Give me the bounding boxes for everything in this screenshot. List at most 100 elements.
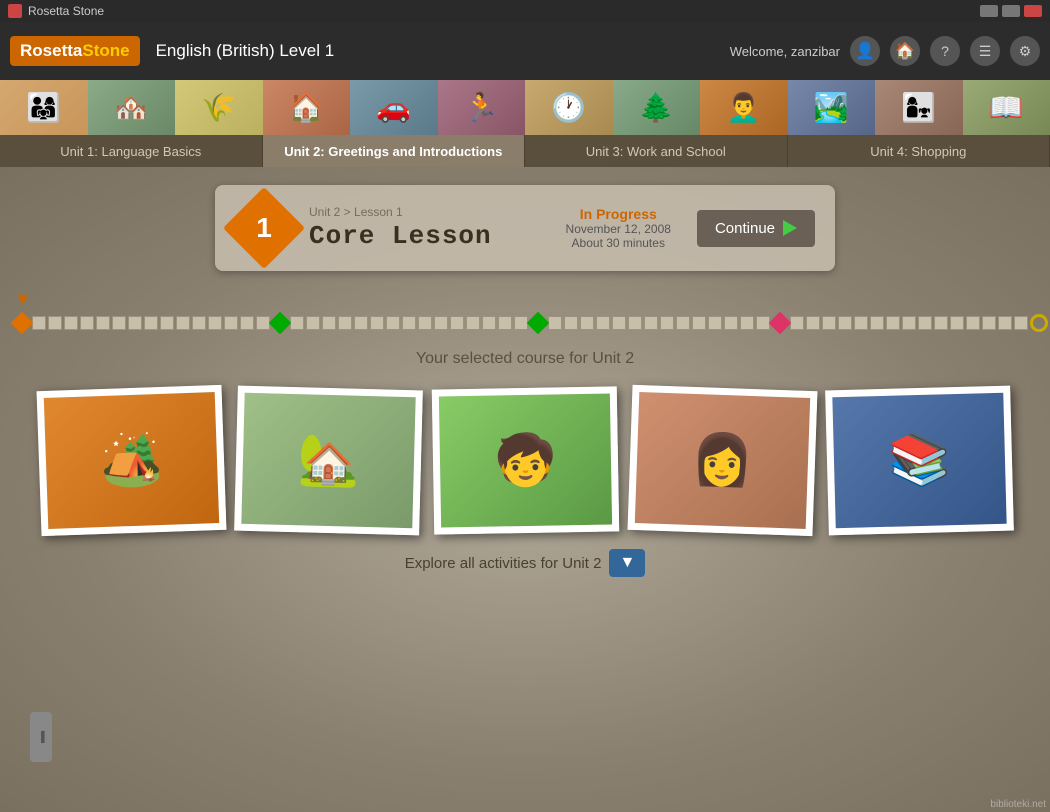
track-square <box>144 316 158 330</box>
strip-photo-2: 🏘️ <box>88 80 176 135</box>
bottom-photos: 🏕️ 🏡 🧒 👩 📚 <box>0 388 1050 533</box>
track-square <box>998 316 1012 330</box>
strip-photo-12: 📖 <box>963 80 1050 135</box>
track-square <box>450 316 464 330</box>
logo-rosetta: Rosetta <box>20 41 82 60</box>
track-square <box>418 316 432 330</box>
track-square <box>32 316 46 330</box>
status-label: In Progress <box>566 206 671 222</box>
track-square <box>870 316 884 330</box>
photo-3[interactable]: 🧒 <box>431 386 619 534</box>
track-square <box>838 316 852 330</box>
milestone-1[interactable] <box>11 312 34 334</box>
explore-button[interactable]: ▼ <box>609 549 645 577</box>
track-square <box>112 316 126 330</box>
tab-unit4[interactable]: Unit 4: Shopping <box>788 135 1050 167</box>
watermark: biblioteki.net <box>990 799 1046 810</box>
track-square <box>386 316 400 330</box>
explore-area: Explore all activities for Unit 2 ▼ <box>0 549 1050 577</box>
milestone-2[interactable] <box>269 312 292 334</box>
minimize-button[interactable] <box>980 5 998 17</box>
continue-section: Continue <box>697 210 815 247</box>
track-square <box>176 316 190 330</box>
track-square <box>48 316 62 330</box>
play-icon <box>783 220 797 236</box>
track-square <box>790 316 804 330</box>
settings-icon[interactable]: ⚙ <box>1010 36 1040 66</box>
header: RosettaStone English (British) Level 1 W… <box>0 22 1050 80</box>
track-square <box>466 316 480 330</box>
collapse-area[interactable]: ▼ <box>0 289 1050 312</box>
track-square <box>822 316 836 330</box>
track-square <box>806 316 820 330</box>
help-icon[interactable]: ? <box>930 36 960 66</box>
app-title: Rosetta Stone <box>28 4 104 18</box>
track-square <box>934 316 948 330</box>
track-square <box>370 316 384 330</box>
tab-unit2[interactable]: Unit 2: Greetings and Introductions <box>263 135 526 167</box>
track-square <box>482 316 496 330</box>
track-square <box>80 316 94 330</box>
track-square <box>676 316 690 330</box>
track-square <box>306 316 320 330</box>
maximize-button[interactable] <box>1002 5 1020 17</box>
track-square <box>224 316 238 330</box>
milestone-3[interactable] <box>527 312 550 334</box>
track-square <box>338 316 352 330</box>
strip-photo-9: 👨‍🦱 <box>700 80 788 135</box>
track-square <box>724 316 738 330</box>
track-square <box>596 316 610 330</box>
home-icon[interactable]: 🏠 <box>890 36 920 66</box>
continue-label: Continue <box>715 220 775 237</box>
tab-unit1[interactable]: Unit 1: Language Basics <box>0 135 263 167</box>
track-square <box>322 316 336 330</box>
logo-stone: Stone <box>82 41 129 60</box>
track-square <box>612 316 626 330</box>
strip-photo-11: 👩‍👧 <box>875 80 963 135</box>
course-title: English (British) Level 1 <box>156 41 335 61</box>
lesson-number-text: 1 <box>235 199 293 257</box>
image-strip: 👨‍👩‍👧 🏘️ 🌾 🏠 🚗 🏃 🕐 🌲 👨‍🦱 🏞️ 👩‍👧 📖 <box>0 80 1050 135</box>
header-right: Welcome, zanzibar 👤 🏠 ? ☰ ⚙ <box>730 36 1040 66</box>
track-square <box>564 316 578 330</box>
milestone-end[interactable] <box>1030 314 1048 332</box>
lesson-breadcrumb: Unit 2 > Lesson 1 <box>309 205 550 219</box>
explore-text: Explore all activities for Unit 2 <box>405 555 602 572</box>
photo-1[interactable]: 🏕️ <box>36 385 226 536</box>
track-square <box>644 316 658 330</box>
track-square <box>208 316 222 330</box>
scrollbar[interactable]: ▐ <box>30 712 52 762</box>
photo-2[interactable]: 🏡 <box>234 386 423 536</box>
track-square <box>854 316 868 330</box>
continue-button[interactable]: Continue <box>697 210 815 247</box>
photo-5[interactable]: 📚 <box>825 386 1014 536</box>
track-square <box>918 316 932 330</box>
track-square <box>950 316 964 330</box>
strip-photo-6: 🏃 <box>438 80 526 135</box>
app-icon <box>8 4 22 18</box>
track-square <box>740 316 754 330</box>
close-button[interactable] <box>1024 5 1042 17</box>
track-square <box>128 316 142 330</box>
menu-icon[interactable]: ☰ <box>970 36 1000 66</box>
milestone-4[interactable] <box>769 312 792 334</box>
user-icon[interactable]: 👤 <box>850 36 880 66</box>
progress-track <box>0 312 1050 334</box>
track-square <box>886 316 900 330</box>
track-square <box>240 316 254 330</box>
strip-photo-7: 🕐 <box>525 80 613 135</box>
track-square <box>628 316 642 330</box>
photo-4[interactable]: 👩 <box>627 385 817 536</box>
track-square <box>966 316 980 330</box>
lesson-status-area: In Progress November 12, 2008 About 30 m… <box>566 206 671 250</box>
track-square <box>902 316 916 330</box>
track-square <box>434 316 448 330</box>
lesson-title: Core Lesson <box>309 221 550 251</box>
tab-unit3[interactable]: Unit 3: Work and School <box>525 135 788 167</box>
track-square <box>96 316 110 330</box>
strip-photo-3: 🌾 <box>175 80 263 135</box>
track-square <box>580 316 594 330</box>
track-square <box>548 316 562 330</box>
unit-tabs: Unit 1: Language Basics Unit 2: Greeting… <box>0 135 1050 167</box>
track-square <box>1014 316 1028 330</box>
